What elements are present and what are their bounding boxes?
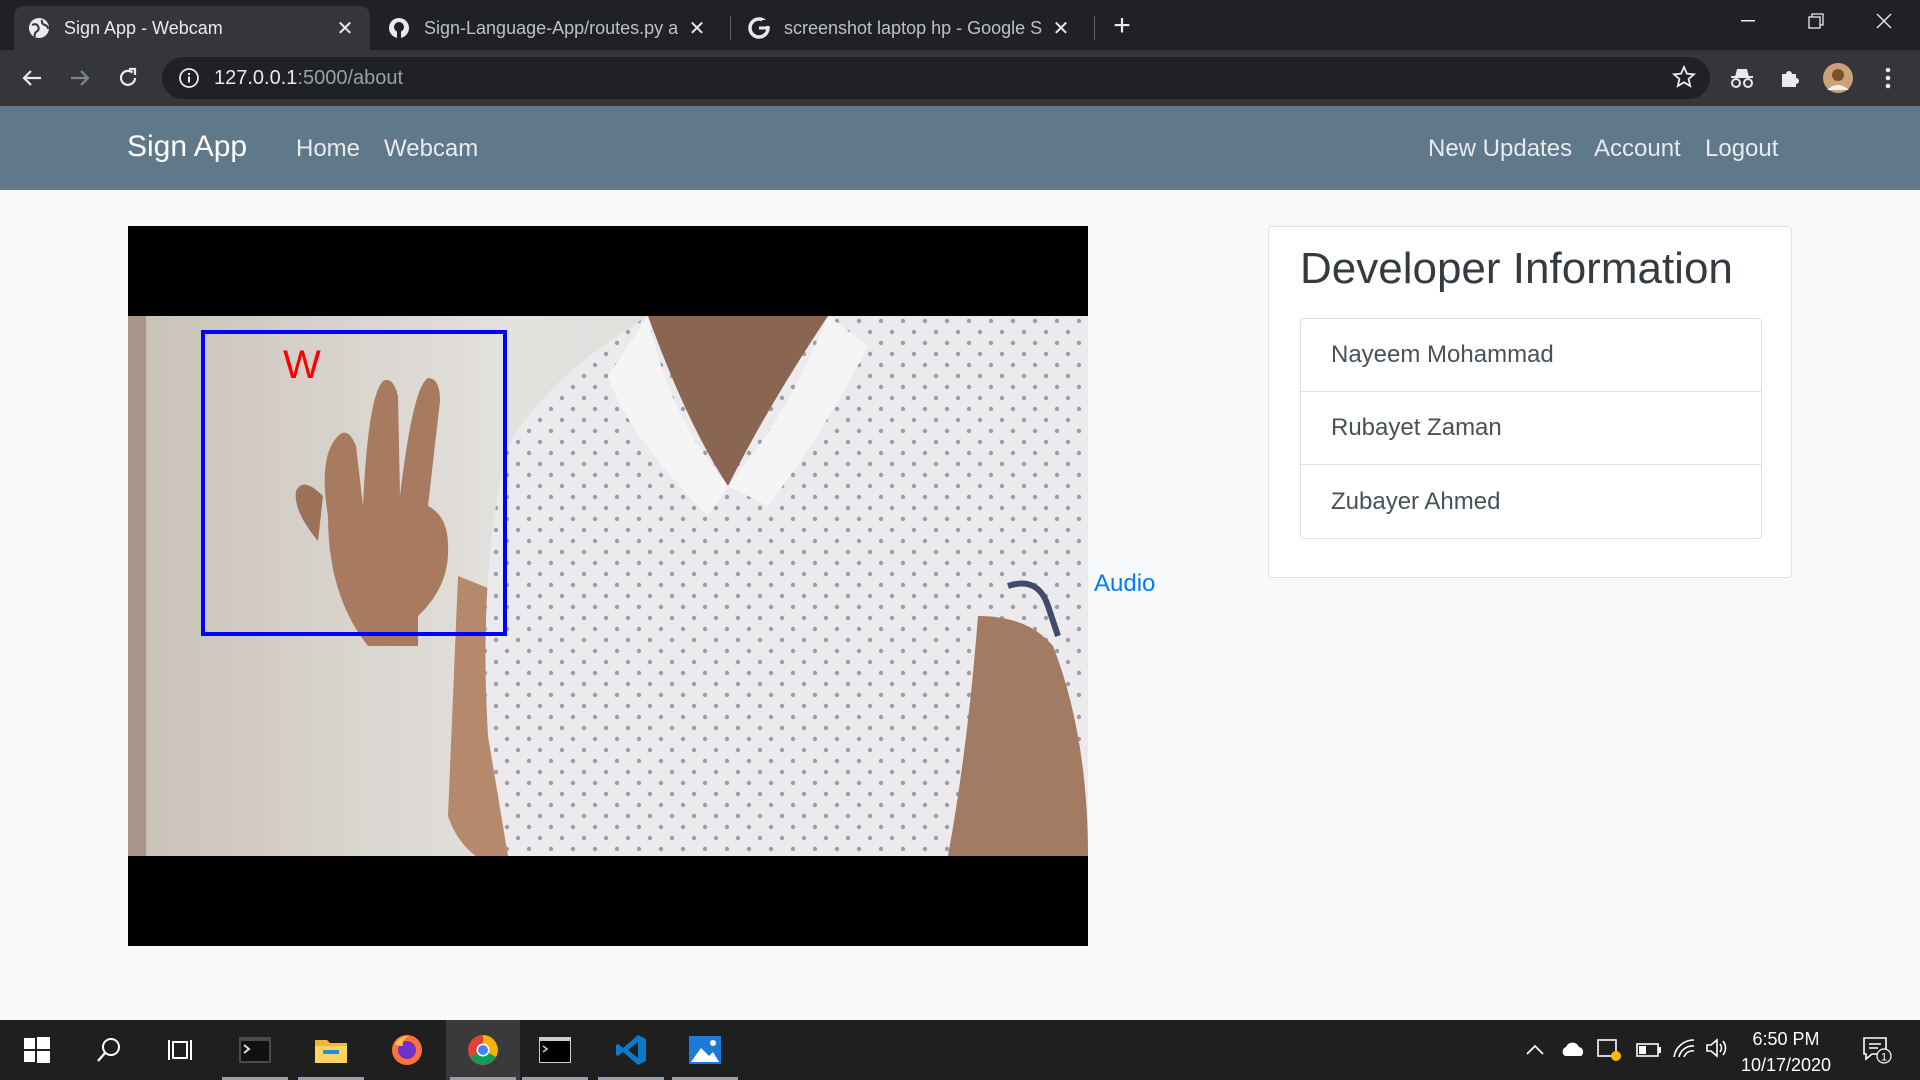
back-icon[interactable] (16, 62, 48, 94)
nav-link-webcam[interactable]: Webcam (384, 135, 478, 163)
github-icon (388, 17, 410, 39)
developer-list: Nayeem Mohammad Rubayet Zaman Zubayer Ah… (1300, 318, 1762, 539)
audio-link[interactable]: Audio (1094, 570, 1155, 598)
url-host: 127.0.0.1 (214, 66, 298, 89)
taskbar-clock[interactable]: 6:50 PM 10/17/2020 (1736, 1026, 1836, 1078)
close-tab-icon[interactable]: ✕ (1050, 16, 1072, 41)
developer-info-card: Developer Information Nayeem Mohammad Ru… (1268, 226, 1792, 578)
tab-sign-app-webcam[interactable]: Sign App - Webcam ✕ (14, 6, 370, 50)
webcam-feed: W (128, 226, 1088, 946)
profile-avatar[interactable] (1822, 62, 1854, 94)
list-item: Zubayer Ahmed (1331, 487, 1501, 515)
tab-google-search[interactable]: screenshot laptop hp - Google S ✕ (734, 6, 1086, 50)
reload-icon[interactable] (112, 62, 144, 94)
chrome-icon[interactable] (446, 1020, 520, 1080)
windows-taskbar: 6:50 PM 10/17/2020 1 (0, 1020, 1920, 1080)
show-hidden-icons-icon[interactable] (1526, 1038, 1544, 1061)
clock-date: 10/17/2020 (1740, 1055, 1832, 1075)
search-icon[interactable] (72, 1020, 146, 1080)
nav-link-account[interactable]: Account (1594, 135, 1681, 163)
close-tab-icon[interactable]: ✕ (334, 16, 356, 41)
tab-title: screenshot laptop hp - Google S (784, 17, 1042, 38)
brand-link[interactable]: Sign App (127, 130, 247, 164)
browser-tab-strip: Sign App - Webcam ✕ Sign-Language-App/ro… (0, 0, 1920, 50)
nav-link-new-updates[interactable]: New Updates (1428, 135, 1572, 163)
minimize-icon[interactable] (1714, 0, 1782, 42)
nav-link-logout[interactable]: Logout (1705, 135, 1778, 163)
notification-count: 1 (1881, 1052, 1887, 1064)
task-view-icon[interactable] (144, 1020, 218, 1080)
clock-time: 6:50 PM (1752, 1029, 1820, 1049)
onedrive-icon[interactable] (1560, 1040, 1586, 1063)
address-bar[interactable]: 127.0.0.1:5000/about (162, 57, 1710, 99)
battery-icon[interactable] (1636, 1040, 1662, 1063)
tab-separator (730, 16, 731, 40)
photos-icon[interactable] (668, 1020, 742, 1080)
url-path: :5000/about (297, 66, 404, 89)
close-window-icon[interactable] (1850, 0, 1918, 42)
restore-icon[interactable] (1782, 0, 1850, 42)
tab-title: Sign App - Webcam (64, 17, 223, 38)
card-title: Developer Information (1300, 244, 1733, 293)
list-item: Rubayet Zaman (1301, 392, 1761, 465)
action-center-icon[interactable]: 1 (1862, 1036, 1892, 1070)
site-navbar: Sign App Home Webcam New Updates Account… (0, 106, 1920, 190)
start-icon[interactable] (0, 1020, 74, 1080)
chrome-menu-icon[interactable] (1872, 62, 1904, 94)
tab-github-routes[interactable]: Sign-Language-App/routes.py at ✕ (374, 6, 722, 50)
file-explorer-icon[interactable] (294, 1020, 368, 1080)
volume-icon[interactable] (1706, 1038, 1730, 1064)
terminal-icon[interactable] (218, 1020, 292, 1080)
close-tab-icon[interactable]: ✕ (686, 16, 708, 41)
extensions-puzzle-icon[interactable] (1774, 62, 1806, 94)
tab-title: Sign-Language-App/routes.py at (424, 17, 678, 38)
forward-icon[interactable] (64, 62, 96, 94)
list-item: Nayeem Mohammad (1301, 319, 1761, 392)
wifi-icon[interactable] (1672, 1038, 1696, 1064)
browser-toolbar: 127.0.0.1:5000/about (0, 50, 1920, 106)
detected-letter: W (283, 343, 321, 387)
incognito-extension-icon[interactable] (1726, 62, 1758, 94)
bookmark-star-icon[interactable] (1671, 64, 1697, 96)
firefox-icon[interactable] (370, 1020, 444, 1080)
vscode-icon[interactable] (594, 1020, 668, 1080)
new-tab-button[interactable]: + (1106, 9, 1138, 42)
cmd-icon[interactable] (518, 1020, 592, 1080)
tab-separator (1094, 16, 1095, 40)
site-info-icon[interactable] (178, 67, 200, 89)
globe-icon (28, 17, 50, 39)
webcam-frame: W (128, 316, 1088, 856)
windows-update-icon[interactable] (1596, 1036, 1622, 1068)
nav-link-home[interactable]: Home (296, 135, 360, 163)
google-icon (748, 17, 770, 39)
